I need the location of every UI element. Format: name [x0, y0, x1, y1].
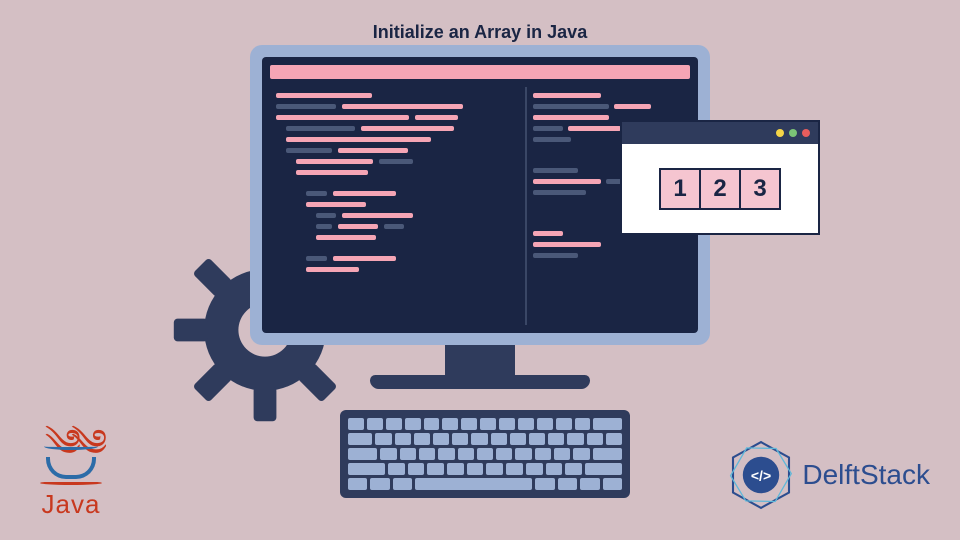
keyboard [340, 410, 630, 498]
delftstack-badge-icon: </> [726, 440, 796, 510]
array-cell: 1 [659, 168, 701, 210]
window-titlebar [622, 122, 818, 144]
array-cells: 1 2 3 [622, 144, 818, 233]
java-logo-text: Java [40, 489, 102, 520]
window-close-icon [802, 129, 810, 137]
window-minimize-icon [776, 129, 784, 137]
delftstack-logo-text: DelftStack [802, 459, 930, 491]
window-maximize-icon [789, 129, 797, 137]
delftstack-logo: </> DelftStack [726, 440, 930, 510]
java-logo: ༄༄ Java [40, 435, 102, 520]
array-cell: 2 [699, 168, 741, 210]
array-cell: 3 [739, 168, 781, 210]
code-pane-left [270, 87, 523, 325]
java-cup-icon [46, 457, 96, 479]
array-window: 1 2 3 [620, 120, 820, 235]
svg-text:</>: </> [751, 468, 771, 484]
page-title: Initialize an Array in Java [373, 22, 587, 43]
